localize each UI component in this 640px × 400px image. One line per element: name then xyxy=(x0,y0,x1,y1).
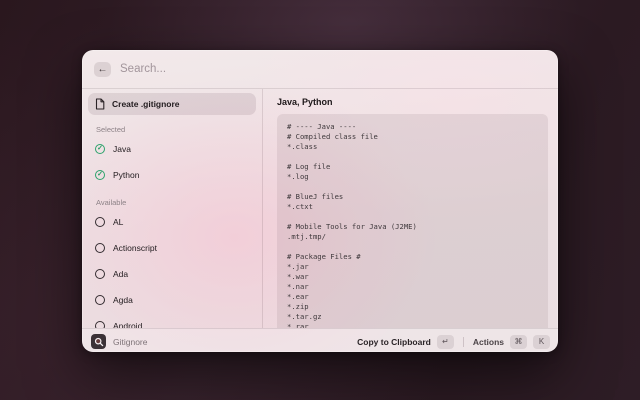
section-header-selected: Selected xyxy=(96,125,256,134)
item-label: Java xyxy=(113,144,131,154)
gitignore-code-block: # ---- Java ---- # Compiled class file *… xyxy=(277,114,548,328)
sidebar-item-python[interactable]: Python xyxy=(88,162,256,188)
actions-button[interactable]: Actions xyxy=(473,337,504,347)
window-body: Create .gitignore Selected Java Python A… xyxy=(82,89,558,328)
preview-panel: Java, Python # ---- Java ---- # Compiled… xyxy=(263,89,558,328)
section-header-available: Available xyxy=(96,198,256,207)
sidebar-item-android[interactable]: Android xyxy=(88,313,256,328)
unchecked-circle-icon xyxy=(95,321,105,328)
sidebar-item-al[interactable]: AL xyxy=(88,209,256,235)
statusbar-divider xyxy=(463,337,464,347)
checked-circle-icon xyxy=(95,170,105,180)
app-name: Gitignore xyxy=(113,337,148,347)
item-label: Agda xyxy=(113,295,133,305)
command-key-icon: ⌘ xyxy=(510,335,527,349)
checked-circle-icon xyxy=(95,144,105,154)
command-label: Create .gitignore xyxy=(112,99,180,109)
search-input[interactable] xyxy=(120,63,546,75)
item-label: Ada xyxy=(113,269,128,279)
preview-title: Java, Python xyxy=(277,97,548,107)
item-label: Android xyxy=(113,321,142,328)
sidebar-item-agda[interactable]: Agda xyxy=(88,287,256,313)
item-label: AL xyxy=(113,217,123,227)
gitignore-code: # ---- Java ---- # Compiled class file *… xyxy=(287,122,538,328)
gitignore-app-icon xyxy=(91,334,106,349)
copy-to-clipboard-button[interactable]: Copy to Clipboard xyxy=(357,337,431,347)
document-icon xyxy=(95,98,105,110)
unchecked-circle-icon xyxy=(95,217,105,227)
unchecked-circle-icon xyxy=(95,269,105,279)
enter-key-icon: ↵ xyxy=(437,335,454,349)
back-button[interactable]: ← xyxy=(94,62,111,77)
unchecked-circle-icon xyxy=(95,243,105,253)
launcher-window: ← Create .gitignore Selected Java xyxy=(82,50,558,352)
sidebar-item-create-gitignore[interactable]: Create .gitignore xyxy=(88,93,256,115)
k-key-badge: K xyxy=(533,335,550,349)
sidebar-item-ada[interactable]: Ada xyxy=(88,261,256,287)
status-bar: Gitignore Copy to Clipboard ↵ Actions ⌘ … xyxy=(82,328,558,352)
item-label: Actionscript xyxy=(113,243,157,253)
sidebar: Create .gitignore Selected Java Python A… xyxy=(82,89,262,328)
search-bar: ← xyxy=(82,50,558,89)
item-label: Python xyxy=(113,170,139,180)
sidebar-item-java[interactable]: Java xyxy=(88,136,256,162)
unchecked-circle-icon xyxy=(95,295,105,305)
back-arrow-icon: ← xyxy=(98,64,108,75)
sidebar-item-actionscript[interactable]: Actionscript xyxy=(88,235,256,261)
